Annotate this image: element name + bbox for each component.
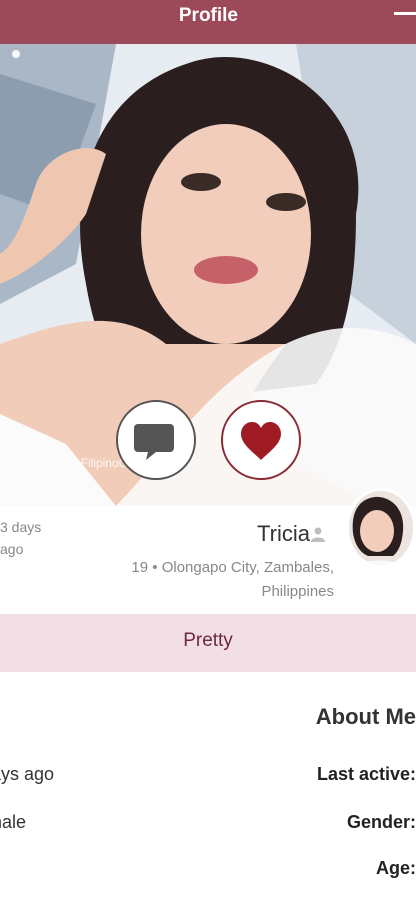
profile-screen: Profile FilipinoCupid.com xyxy=(0,0,416,900)
profile-summary: Tricia 19 • Olongapo City, Zambales, Phi… xyxy=(0,488,416,614)
tagline-text: Pretty xyxy=(183,630,233,651)
about-section: About Me Last active: 3 days ago Gender:… xyxy=(0,672,416,900)
detail-label: Last active: xyxy=(316,764,416,784)
detail-row-age: Age: 19 xyxy=(0,858,416,882)
profile-location: 19 • Olongapo City, Zambales, Philippine… xyxy=(131,559,334,600)
detail-row-last-active: Last active: 3 days ago xyxy=(0,764,416,788)
detail-row-gender: Gender: Female xyxy=(0,812,416,836)
page-title-text: Profile xyxy=(178,5,238,26)
indicator-dot xyxy=(12,50,20,58)
about-title: About Me xyxy=(315,704,416,729)
profile-name: Tricia xyxy=(257,521,310,546)
heart-icon xyxy=(241,422,281,460)
page-title: Profile xyxy=(0,0,416,44)
last-active-badge: 3 days ago xyxy=(0,519,42,557)
detail-value: 3 days ago xyxy=(0,764,55,784)
detail-label: Age: xyxy=(376,858,416,878)
detail-value: Female xyxy=(0,812,27,832)
chat-button[interactable] xyxy=(116,400,196,480)
name-row: Tricia xyxy=(257,520,334,548)
chat-icon xyxy=(134,424,174,460)
person-icon xyxy=(311,527,325,542)
detail-label: Gender: xyxy=(346,812,416,832)
profile-photo[interactable]: FilipinoCupid.com xyxy=(0,44,416,506)
like-button[interactable] xyxy=(221,400,301,480)
avatar[interactable] xyxy=(346,488,416,568)
avatar-image xyxy=(346,491,413,568)
profile-photo-illustration xyxy=(0,44,416,506)
top-bar: Profile xyxy=(0,0,416,44)
tagline-banner: Pretty xyxy=(0,614,416,672)
detail-value: 19 xyxy=(0,858,86,879)
